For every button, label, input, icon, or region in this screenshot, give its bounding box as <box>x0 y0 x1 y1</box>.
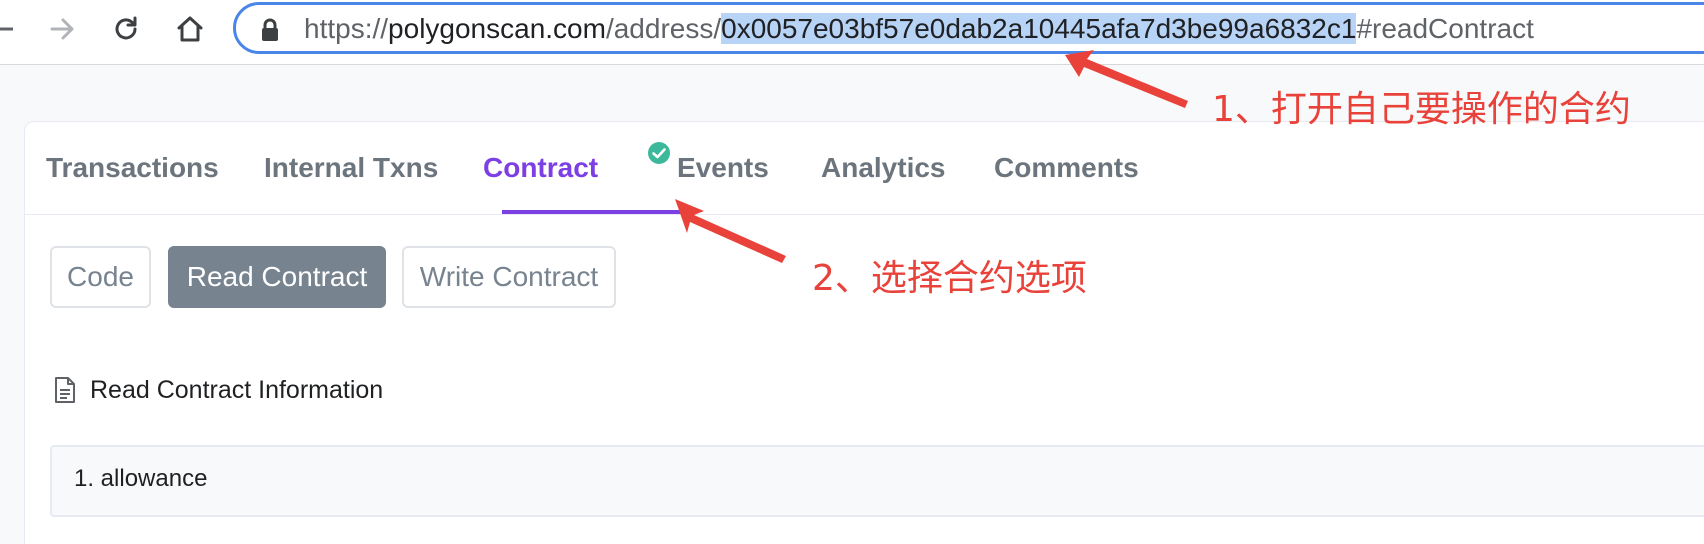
read-contract-button[interactable]: Read Contract <box>168 246 386 308</box>
home-button[interactable] <box>172 9 208 49</box>
browser-toolbar: https://polygonscan.com/address/0x0057e0… <box>0 0 1704 65</box>
tab-contract[interactable]: Contract <box>483 148 598 188</box>
forward-button[interactable] <box>45 9 81 49</box>
url-scheme: https:// <box>304 13 389 44</box>
document-icon <box>55 377 75 403</box>
tab-comments[interactable]: Comments <box>994 148 1139 188</box>
url-selected-address: 0x0057e03bf57e0dab2a10445afa7d3be99a6832… <box>721 13 1357 44</box>
code-button[interactable]: Code <box>50 246 151 308</box>
tab-events[interactable]: Events <box>677 148 769 188</box>
back-button[interactable] <box>0 9 20 49</box>
reload-button[interactable] <box>108 9 144 49</box>
section-title: Read Contract Information <box>90 375 384 404</box>
tab-bar: Transactions Internal Txns Contract Even… <box>25 122 1704 215</box>
url-path: /address/ <box>605 13 722 44</box>
lock-icon[interactable] <box>260 18 280 42</box>
tab-analytics[interactable]: Analytics <box>821 148 946 188</box>
home-icon <box>177 16 203 42</box>
forward-arrow-icon <box>50 18 74 40</box>
back-arrow-icon <box>0 27 13 31</box>
tab-internal-txns[interactable]: Internal Txns <box>264 148 438 188</box>
url-host: polygonscan.com <box>388 13 606 44</box>
annotation-step-1: 1、打开自己要操作的合约 <box>1212 89 1631 130</box>
write-contract-button[interactable]: Write Contract <box>402 246 616 308</box>
function-label: 1. allowance <box>74 465 208 492</box>
browser-window: https://polygonscan.com/address/0x0057e0… <box>0 0 1704 544</box>
url-text[interactable]: https://polygonscan.com/address/0x0057e0… <box>304 13 1534 44</box>
active-tab-indicator <box>502 210 682 214</box>
address-bar[interactable]: https://polygonscan.com/address/0x0057e0… <box>233 2 1704 54</box>
reload-icon <box>115 16 137 40</box>
check-circle-icon <box>648 142 670 164</box>
function-accordion-allowance[interactable]: 1. allowance <box>50 445 1704 517</box>
annotation-step-2: 2、选择合约选项 <box>812 258 1087 299</box>
section-header: Read Contract Information <box>54 374 383 406</box>
tab-transactions[interactable]: Transactions <box>46 148 219 188</box>
url-fragment: #readContract <box>1356 13 1534 44</box>
